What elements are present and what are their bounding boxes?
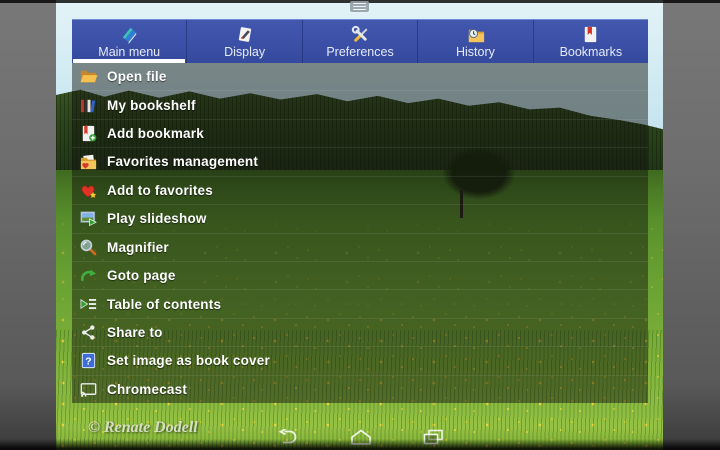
menu-item-label: Favorites management (107, 154, 258, 169)
open-folder-icon (79, 67, 98, 86)
tab-main-menu[interactable]: Main menu (72, 20, 186, 63)
heart-star-icon (79, 181, 98, 200)
system-menu-button[interactable] (350, 1, 369, 12)
menu-item-play-slideshow[interactable]: Play slideshow (72, 205, 648, 233)
tab-history[interactable]: History (417, 20, 532, 63)
share-icon (79, 323, 98, 342)
menu-lines-icon (353, 3, 366, 4)
menu-item-share-to[interactable]: Share to (72, 319, 648, 347)
tab-preferences[interactable]: Preferences (302, 20, 417, 63)
menu-item-label: Goto page (107, 268, 176, 283)
tablet-bezel-right (663, 0, 720, 450)
menu-item-label: Magnifier (107, 240, 169, 255)
tab-bar: Main menu Display Preferences (72, 19, 648, 63)
favorites-folder-icon (79, 152, 98, 171)
menu-item-label: Add bookmark (107, 126, 204, 141)
tab-label: History (456, 46, 495, 59)
bookmark-page-icon (580, 24, 601, 45)
folder-clock-icon (465, 24, 486, 45)
page-pencil-icon (234, 24, 255, 45)
menu-item-label: Open file (107, 69, 167, 84)
crossed-tools-icon (350, 24, 371, 45)
slideshow-play-icon (79, 209, 98, 228)
menu-item-label: Set image as book cover (107, 353, 270, 368)
menu-item-my-bookshelf[interactable]: My bookshelf (72, 91, 648, 119)
menu-item-favorites-management[interactable]: Favorites management (72, 148, 648, 176)
bookshelf-icon (79, 96, 98, 115)
tab-label: Bookmarks (560, 46, 623, 59)
menu-item-label: Table of contents (107, 297, 221, 312)
add-bookmark-icon (79, 124, 98, 143)
cast-screen-icon (79, 380, 98, 399)
menu-item-label: Play slideshow (107, 211, 207, 226)
tab-label: Preferences (326, 46, 393, 59)
book-icon (119, 24, 140, 45)
menu-item-label: Add to favorites (107, 183, 213, 198)
tablet-screenshot: Main menu Display Preferences (0, 0, 720, 450)
menu-item-label: My bookshelf (107, 98, 196, 113)
svg-text:?: ? (85, 357, 91, 368)
tablet-bezel-left (0, 0, 56, 450)
tab-display[interactable]: Display (186, 20, 301, 63)
menu-item-table-of-contents[interactable]: Table of contents (72, 290, 648, 318)
tab-label: Display (224, 46, 265, 59)
photo-watermark: © Renate Dodell (88, 419, 198, 437)
menu-item-add-to-favorites[interactable]: Add to favorites (72, 177, 648, 205)
menu-item-add-bookmark[interactable]: Add bookmark (72, 120, 648, 148)
menu-item-set-book-cover[interactable]: ? Set image as book cover (72, 347, 648, 375)
menu-item-magnifier[interactable]: Magnifier (72, 234, 648, 262)
toc-list-icon (79, 295, 98, 314)
magnifier-icon (79, 238, 98, 257)
main-menu-panel: Open file My bookshelf Add bookmark (72, 63, 648, 403)
tab-label: Main menu (98, 46, 160, 59)
tab-bookmarks[interactable]: Bookmarks (533, 20, 648, 63)
question-cover-icon: ? (79, 351, 98, 370)
goto-arrow-icon (79, 266, 98, 285)
menu-item-chromecast[interactable]: Chromecast (72, 376, 648, 403)
menu-item-open-file[interactable]: Open file (72, 63, 648, 91)
menu-item-label: Chromecast (107, 382, 187, 397)
bottom-edge-shadow (0, 439, 720, 450)
menu-item-goto-page[interactable]: Goto page (72, 262, 648, 290)
menu-item-label: Share to (107, 325, 163, 340)
